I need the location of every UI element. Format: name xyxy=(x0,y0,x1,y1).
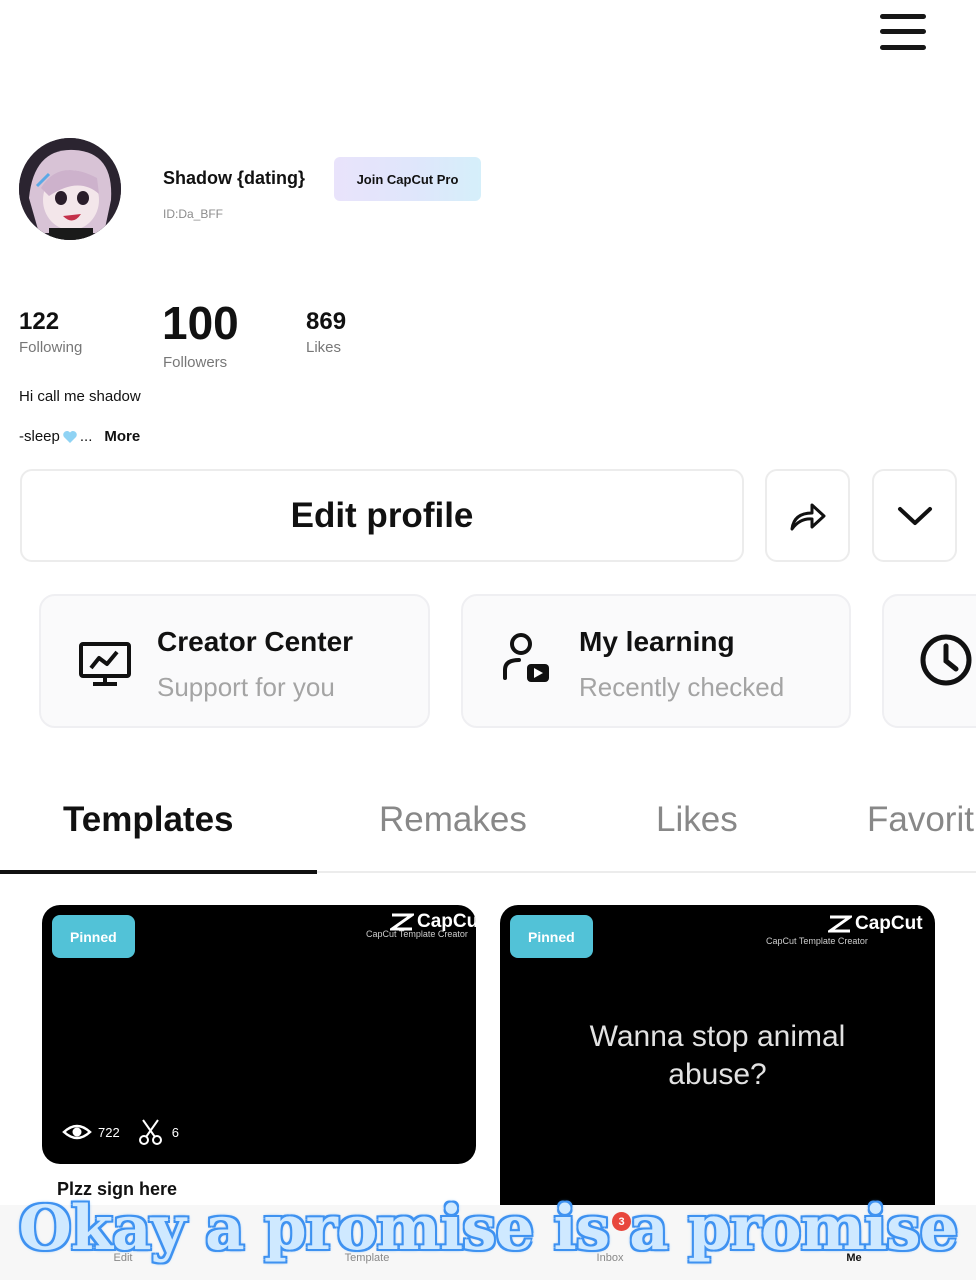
likes-label: Likes xyxy=(306,339,342,356)
scissors-icon xyxy=(138,1119,162,1145)
caption-line-1: Wanna stop animal xyxy=(589,1020,846,1053)
history-card[interactable] xyxy=(882,594,976,728)
caption-line-2: abuse? xyxy=(668,1058,767,1091)
tab-remakes[interactable]: Remakes xyxy=(379,800,527,840)
profile-id: ID:Da_BFF xyxy=(163,207,224,221)
profile-name: Shadow {dating} xyxy=(163,168,306,188)
following-count: 122 xyxy=(19,308,60,335)
card-subtitle: Support for you xyxy=(157,672,335,702)
likes-count: 869 xyxy=(306,308,347,335)
bio-line-1: Hi call me shadow xyxy=(19,388,141,405)
followers-count: 100 xyxy=(162,297,239,349)
capcut-logo-icon xyxy=(828,915,852,933)
pinned-badge: Pinned xyxy=(52,915,135,958)
video-stats: 722 6 xyxy=(62,1117,179,1147)
video-card-2[interactable]: Pinned CapCut CapCut Template Creator Wa… xyxy=(500,905,935,1205)
bio-line-2: -sleep ... More xyxy=(19,428,140,445)
card-subtitle: Recently checked xyxy=(579,672,785,702)
use-count: 6 xyxy=(171,1124,179,1140)
pinned-badge: Pinned xyxy=(510,915,593,958)
video-caption: Wanna stop animal abuse? xyxy=(500,1018,935,1094)
monitor-chart-icon xyxy=(79,642,131,686)
tab-favorites[interactable]: Favorit xyxy=(867,800,974,840)
avatar-image xyxy=(19,138,121,240)
bio-line-2-text: -sleep xyxy=(19,428,60,445)
video-card-1[interactable]: Pinned CapCut CapCut Template Creator 72… xyxy=(42,905,476,1164)
overlay-caption: Okay a promise is a promise xyxy=(18,1193,959,1264)
avatar[interactable] xyxy=(19,138,121,240)
capcut-watermark: CapCut xyxy=(828,913,923,935)
creator-center-card[interactable]: Creator Center Support for you xyxy=(39,594,430,728)
tab-templates[interactable]: Templates xyxy=(63,800,234,840)
followers-label: Followers xyxy=(163,354,228,371)
watermark-text: CapCut xyxy=(855,913,923,934)
share-arrow-icon xyxy=(790,503,825,530)
chevron-down-icon xyxy=(897,506,932,525)
hamburger-menu-icon[interactable] xyxy=(878,12,928,52)
card-title: My learning xyxy=(579,626,735,657)
join-capcut-pro-button[interactable]: Join CapCut Pro xyxy=(334,157,481,201)
eye-icon xyxy=(62,1124,92,1140)
more-options-button[interactable] xyxy=(872,469,957,562)
bio-ellipsis: ... xyxy=(79,428,93,445)
card-title: Creator Center xyxy=(157,626,354,657)
view-count: 722 xyxy=(98,1124,120,1140)
bio-more-link[interactable]: More xyxy=(104,428,140,445)
watermark-subtext: CapCut Template Creator xyxy=(366,929,468,939)
tab-active-indicator xyxy=(0,870,317,874)
share-button[interactable] xyxy=(765,469,850,562)
learner-play-icon xyxy=(503,633,549,682)
clock-icon xyxy=(920,634,972,686)
tab-likes[interactable]: Likes xyxy=(656,800,738,840)
watermark-subtext: CapCut Template Creator xyxy=(766,936,868,946)
edit-profile-button[interactable]: Edit profile xyxy=(20,469,744,562)
blue-heart-icon xyxy=(63,430,77,443)
my-learning-card[interactable]: My learning Recently checked xyxy=(461,594,851,728)
following-label: Following xyxy=(19,339,83,356)
